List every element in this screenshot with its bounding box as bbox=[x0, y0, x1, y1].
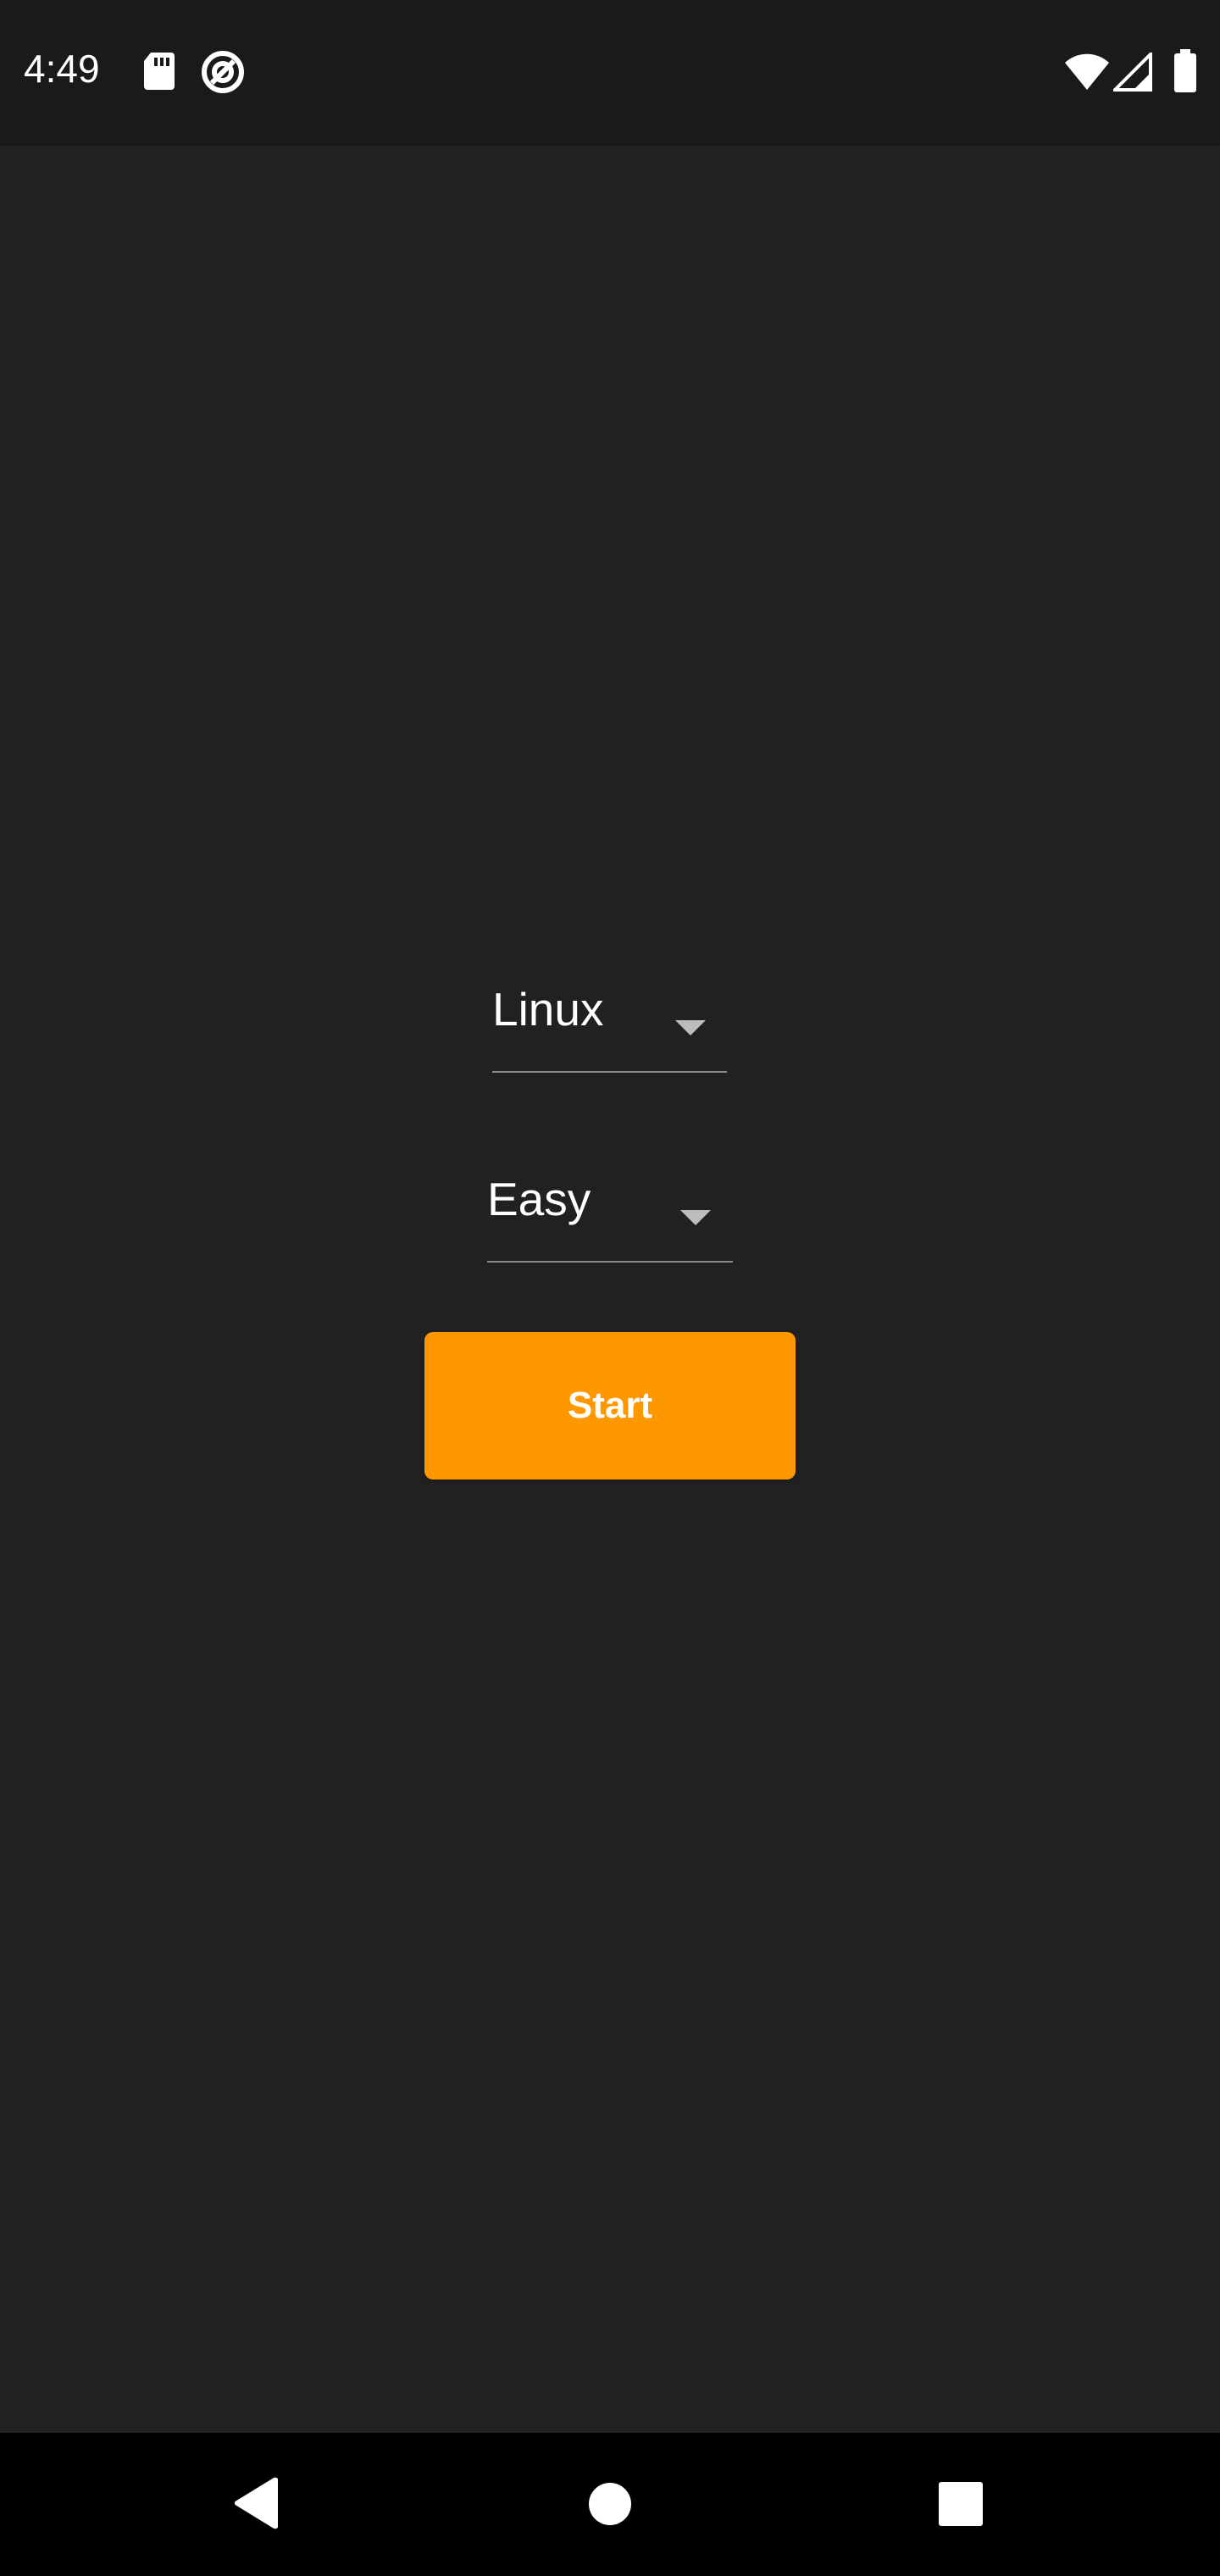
difficulty-dropdown-value: Easy bbox=[487, 1173, 591, 1225]
platform-dropdown[interactable]: Linux bbox=[492, 986, 727, 1073]
start-button[interactable]: Start bbox=[424, 1332, 796, 1480]
cell-signal-icon bbox=[1111, 50, 1152, 96]
status-time: 4:49 bbox=[24, 47, 100, 91]
back-icon[interactable] bbox=[232, 2477, 279, 2534]
data-saver-icon bbox=[200, 49, 246, 99]
status-bar: 4:49 bbox=[0, 0, 1220, 146]
home-icon[interactable] bbox=[588, 2482, 632, 2530]
platform-dropdown-value: Linux bbox=[492, 983, 604, 1035]
chevron-down-icon bbox=[680, 1210, 711, 1225]
difficulty-dropdown[interactable]: Easy bbox=[487, 1176, 733, 1263]
app-screen: 4:49 Linux Easy Start bbox=[0, 0, 1220, 2576]
navigation-bar bbox=[0, 2433, 1220, 2576]
wifi-icon bbox=[1064, 53, 1110, 96]
sd-card-icon bbox=[142, 51, 176, 96]
chevron-down-icon bbox=[675, 1020, 706, 1035]
recents-icon[interactable] bbox=[939, 2482, 983, 2530]
battery-icon bbox=[1173, 49, 1198, 97]
